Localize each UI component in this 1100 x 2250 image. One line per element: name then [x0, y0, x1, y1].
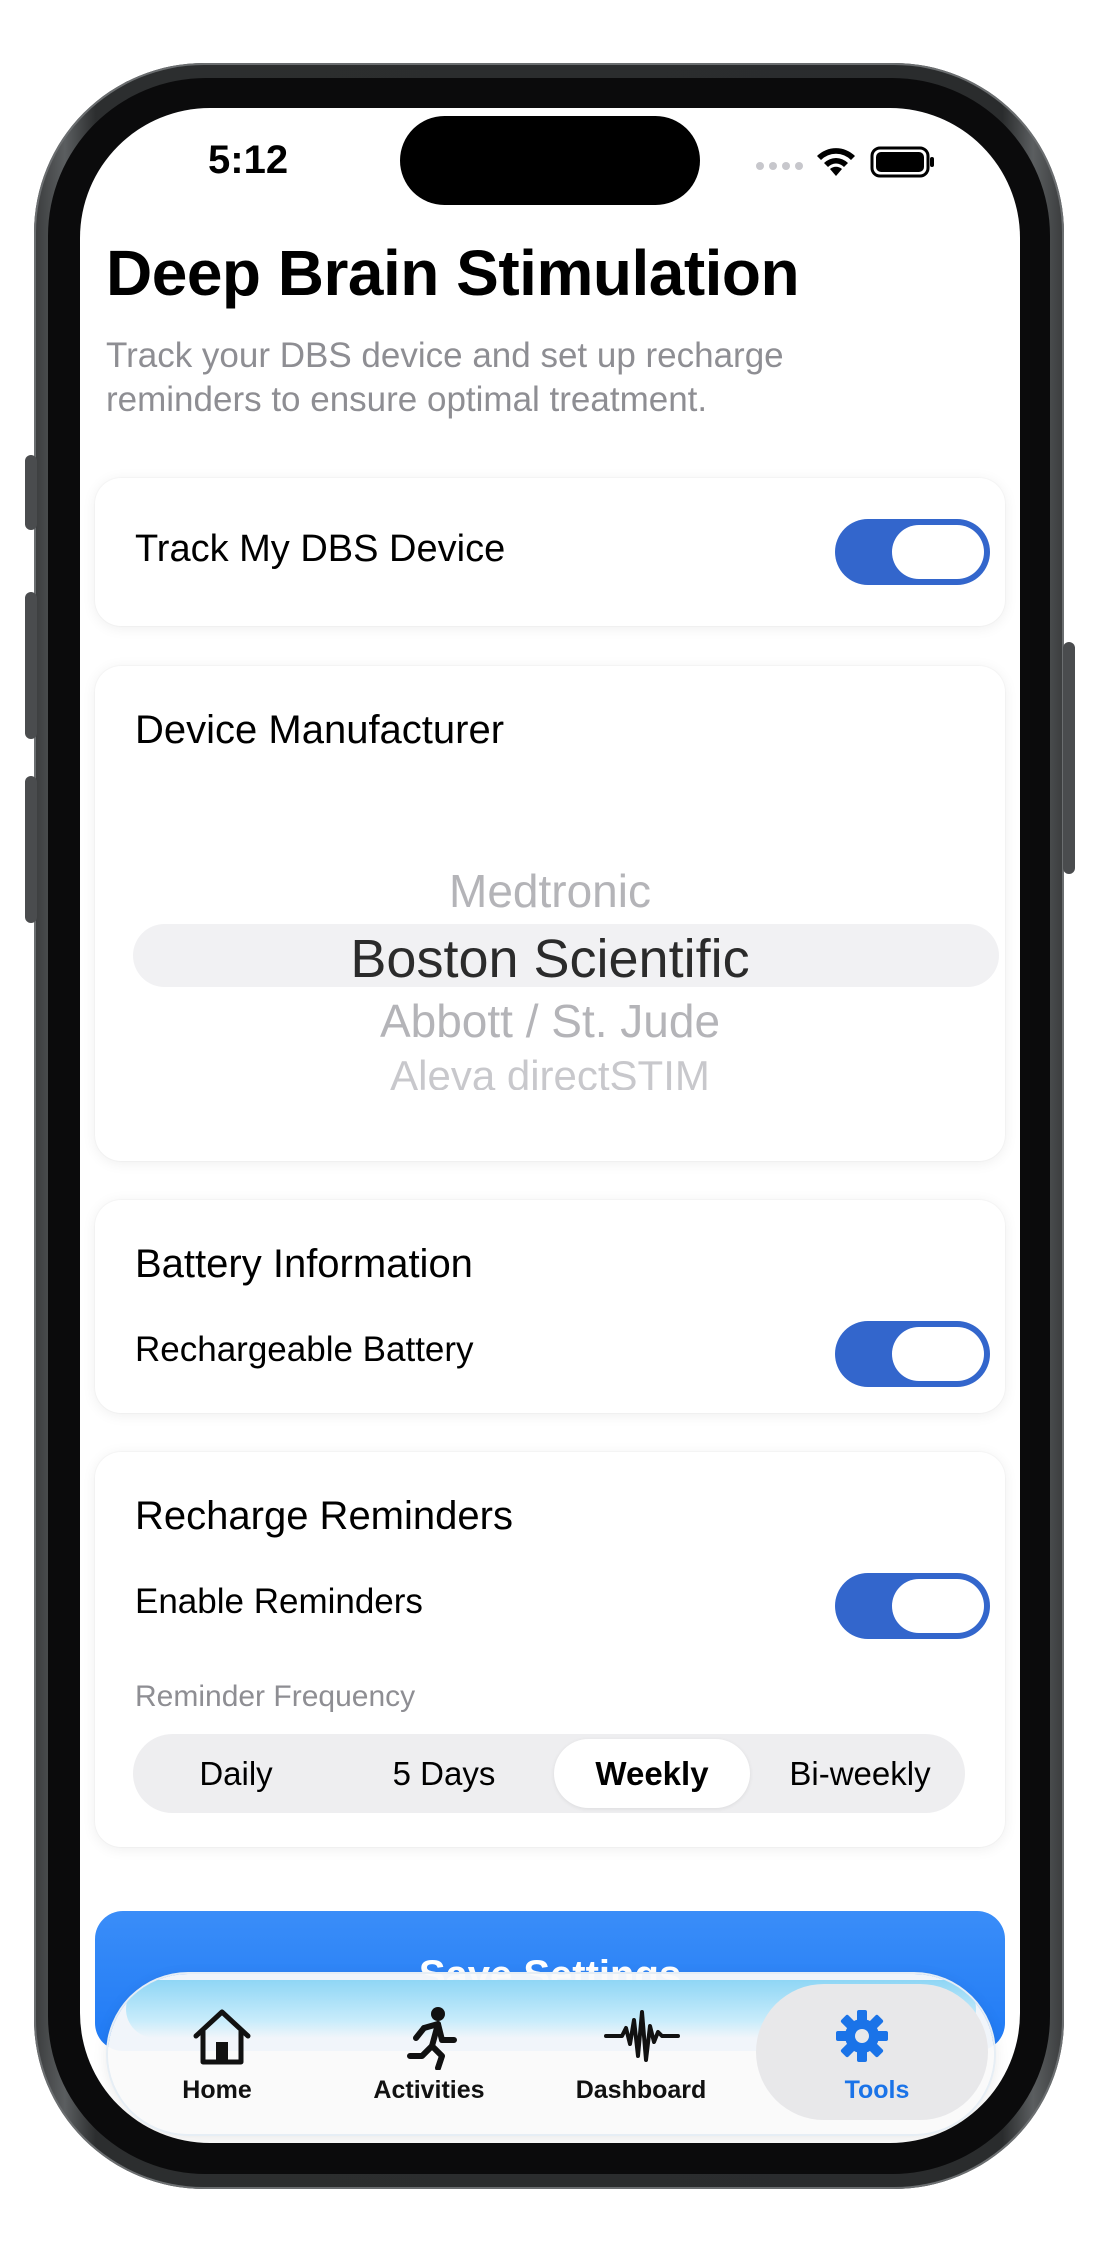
tab-dashboard-label: Dashboard — [575, 2076, 707, 2104]
picker-option-boston-scientific[interactable]: Boston Scientific — [95, 928, 1005, 990]
toggle-knob — [892, 1327, 984, 1381]
dynamic-island — [400, 116, 700, 205]
manufacturer-title: Device Manufacturer — [135, 708, 505, 752]
power-button — [1063, 642, 1075, 874]
tab-activities-label: Activities — [373, 2076, 485, 2104]
frequency-option-daily[interactable]: Daily — [138, 1739, 334, 1808]
track-device-toggle[interactable] — [835, 519, 990, 585]
reminders-title: Recharge Reminders — [135, 1494, 513, 1538]
enable-reminders-label: Enable Reminders — [135, 1582, 423, 1621]
action-button — [25, 455, 37, 530]
battery-title: Battery Information — [135, 1242, 473, 1286]
frequency-segmented-control: Daily 5 Days Weekly Bi-weekly — [133, 1734, 965, 1813]
tab-tools[interactable]: Tools — [748, 1974, 988, 2134]
reminder-frequency-label: Reminder Frequency — [135, 1680, 416, 1713]
house-icon — [193, 2009, 251, 2065]
page-title: Deep Brain Stimulation — [106, 237, 800, 309]
tab-tools-label: Tools — [844, 2076, 910, 2104]
enable-reminders-toggle[interactable] — [835, 1573, 990, 1639]
waveform-icon — [604, 2010, 680, 2062]
wifi-icon — [817, 148, 855, 176]
tab-dashboard[interactable]: Dashboard — [536, 1974, 746, 2134]
tab-bar: Home Activities Dashboard Tools — [108, 1974, 994, 2134]
status-time: 5:12 — [208, 138, 289, 182]
battery-icon — [870, 146, 934, 178]
volume-down-button — [25, 776, 37, 923]
tab-home-label: Home — [182, 2076, 252, 2104]
picker-option-medtronic[interactable]: Medtronic — [95, 864, 1005, 918]
rechargeable-battery-label: Rechargeable Battery — [135, 1330, 474, 1369]
tab-home[interactable]: Home — [112, 1974, 322, 2134]
running-figure-icon — [407, 2007, 457, 2070]
phone-screen: 5:12 Deep Brain Stimulation Track your D… — [80, 108, 1020, 2143]
volume-up-button — [25, 592, 37, 739]
toggle-knob — [892, 525, 984, 579]
picker-option-abbott[interactable]: Abbott / St. Jude — [95, 994, 1005, 1048]
battery-card: Battery Information Rechargeable Battery — [95, 1200, 1005, 1413]
track-device-card: Track My DBS Device — [95, 478, 1005, 626]
tab-activities[interactable]: Activities — [324, 1974, 534, 2134]
cellular-signal-icon — [756, 162, 803, 170]
rechargeable-battery-toggle[interactable] — [835, 1321, 990, 1387]
reminders-card: Recharge Reminders Enable Reminders Remi… — [95, 1452, 1005, 1847]
page-subtitle: Track your DBS device and set up recharg… — [106, 336, 784, 419]
frequency-option-weekly[interactable]: Weekly — [554, 1739, 750, 1808]
manufacturer-card: Device Manufacturer Medtronic Boston Sci… — [95, 666, 1005, 1161]
toggle-knob — [892, 1579, 984, 1633]
gear-icon — [836, 2010, 888, 2062]
frequency-option-5-days[interactable]: 5 Days — [346, 1739, 542, 1808]
track-device-label: Track My DBS Device — [135, 528, 506, 570]
frequency-option-bi-weekly[interactable]: Bi-weekly — [762, 1739, 958, 1808]
picker-option-aleva[interactable]: Aleva directSTIM — [95, 1050, 1005, 1090]
